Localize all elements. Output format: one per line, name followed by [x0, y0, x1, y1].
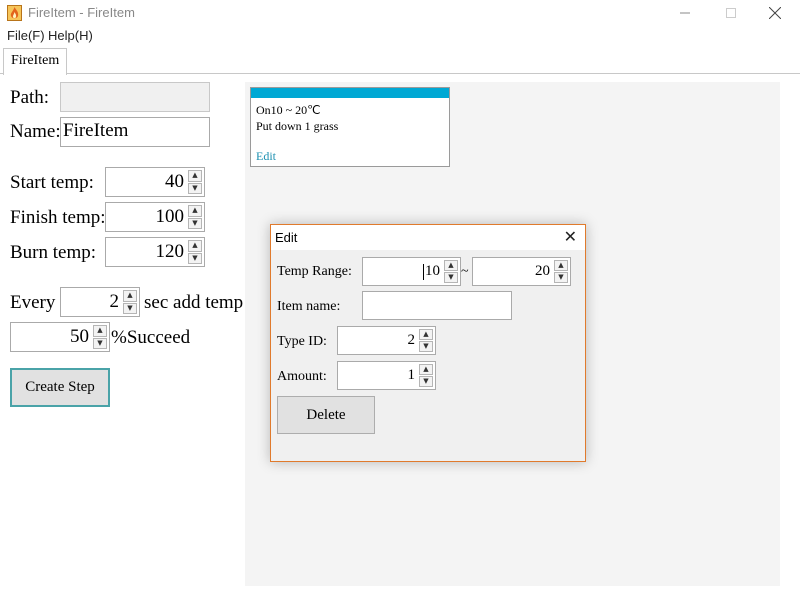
text-caret [423, 263, 424, 280]
step-card[interactable]: On10 ~ 20℃ Put down 1 grass Edit [250, 87, 450, 167]
chevron-down-icon[interactable]: ▼ [419, 341, 433, 352]
chevron-down-icon[interactable]: ▼ [188, 217, 202, 229]
card-edit-link[interactable]: Edit [256, 149, 276, 164]
chevron-down-icon[interactable]: ▼ [123, 302, 137, 314]
menu-file[interactable]: File(F) [7, 28, 45, 43]
finish-temp-stepper[interactable]: 100 ▲ ▼ [105, 202, 205, 232]
start-temp-value: 40 [165, 171, 184, 192]
minimize-button[interactable] [662, 0, 708, 26]
dialog-title-bar: Edit ✕ [271, 225, 585, 250]
chevron-up-icon[interactable]: ▲ [554, 260, 568, 271]
card-temp-range: On10 ~ 20℃ [256, 103, 321, 117]
chevron-down-icon[interactable]: ▼ [188, 182, 202, 194]
chevron-up-icon[interactable]: ▲ [419, 364, 433, 375]
temp-to-stepper[interactable]: 20 ▲ ▼ [472, 257, 571, 286]
temp-range-label: Temp Range: [277, 264, 352, 279]
every-label: Every [10, 292, 56, 313]
succeed-value: 50 [70, 326, 89, 347]
close-icon[interactable]: ✕ [564, 227, 577, 246]
type-id-value: 2 [407, 332, 416, 348]
card-action: Put down 1 grass [256, 119, 339, 133]
maximize-button[interactable] [708, 0, 754, 26]
name-input[interactable]: FireItem [60, 117, 210, 147]
menu-bar: File(F) Help(H) [0, 26, 800, 45]
amount-stepper[interactable]: 1 ▲ ▼ [337, 361, 436, 390]
path-label: Path: [10, 87, 50, 108]
chevron-up-icon[interactable]: ▲ [419, 329, 433, 340]
tab-fireitem[interactable]: FireItem [3, 48, 68, 75]
every-stepper[interactable]: 2 ▲ ▼ [60, 287, 140, 317]
delete-button[interactable]: Delete [277, 396, 375, 434]
chevron-up-icon[interactable]: ▲ [188, 205, 202, 217]
close-button[interactable] [752, 0, 798, 26]
temp-range-separator: ~ [461, 264, 469, 279]
succeed-stepper[interactable]: 50 ▲ ▼ [10, 322, 110, 352]
tab-strip: FireItem [0, 45, 800, 75]
minimize-icon [680, 12, 690, 14]
temp-from-stepper[interactable]: 10 ▲ ▼ [362, 257, 461, 286]
type-id-stepper[interactable]: 2 ▲ ▼ [337, 326, 436, 355]
finish-temp-value: 100 [155, 206, 185, 227]
window-title: FireItem - FireItem [28, 5, 135, 20]
chevron-down-icon[interactable]: ▼ [188, 252, 202, 264]
title-bar: FireItem - FireItem [0, 0, 800, 26]
burn-temp-stepper[interactable]: 120 ▲ ▼ [105, 237, 205, 267]
name-label: Name: [10, 121, 61, 142]
path-input[interactable] [60, 82, 210, 112]
start-temp-stepper[interactable]: 40 ▲ ▼ [105, 167, 205, 197]
type-id-label: Type ID: [277, 334, 327, 349]
every-value: 2 [109, 291, 120, 312]
chevron-down-icon[interactable]: ▼ [554, 272, 568, 283]
chevron-down-icon[interactable]: ▼ [444, 272, 458, 283]
every-suffix-label: sec add temp [144, 292, 244, 313]
chevron-up-icon[interactable]: ▲ [93, 325, 107, 337]
chevron-up-icon[interactable]: ▲ [188, 170, 202, 182]
item-name-label: Item name: [277, 299, 341, 314]
close-icon [769, 7, 781, 19]
amount-label: Amount: [277, 369, 327, 384]
fire-icon [7, 5, 22, 21]
chevron-up-icon[interactable]: ▲ [444, 260, 458, 271]
maximize-icon [726, 8, 736, 18]
card-header [251, 88, 449, 98]
chevron-down-icon[interactable]: ▼ [419, 376, 433, 387]
menu-help[interactable]: Help(H) [48, 28, 93, 43]
burn-temp-label: Burn temp: [10, 242, 97, 263]
chevron-up-icon[interactable]: ▲ [123, 290, 137, 302]
create-step-button[interactable]: Create Step [10, 368, 110, 407]
burn-temp-value: 120 [155, 241, 185, 262]
chevron-up-icon[interactable]: ▲ [188, 240, 202, 252]
chevron-down-icon[interactable]: ▼ [93, 337, 107, 349]
succeed-suffix-label: %Succeed [111, 327, 191, 348]
edit-dialog: Edit ✕ Temp Range: 10 ▲ ▼ ~ 20 ▲ ▼ Item na… [270, 224, 586, 462]
amount-value: 1 [407, 367, 416, 383]
temp-to-value: 20 [535, 263, 550, 279]
dialog-title: Edit [275, 230, 298, 245]
finish-temp-label: Finish temp: [10, 207, 106, 228]
temp-from-value: 10 [425, 263, 440, 279]
start-temp-label: Start temp: [10, 172, 94, 193]
item-name-input[interactable] [362, 291, 512, 320]
